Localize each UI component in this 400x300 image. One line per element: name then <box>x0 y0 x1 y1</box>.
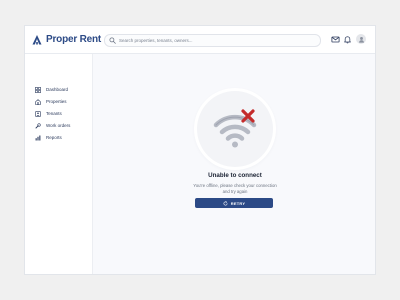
sidebar: Dashboard Properties Tenants Work orders <box>25 54 93 274</box>
retry-button-label: RETRY <box>230 200 246 206</box>
top-bar: Proper Rent <box>25 26 375 54</box>
app-window: Proper Rent Search properties, tenants, … <box>25 26 375 274</box>
sidebar-item-label: Work orders <box>46 123 71 128</box>
empty-state-message: You're offline, please check your connec… <box>193 183 277 194</box>
sidebar-item-label: Dashboard <box>46 87 69 92</box>
refresh-icon <box>223 200 228 205</box>
sidebar-item-tenants[interactable]: Tenants <box>35 110 62 118</box>
sidebar-item-label: Properties <box>46 99 67 104</box>
sidebar-item-label: Tenants <box>46 111 62 116</box>
avatar[interactable] <box>356 34 366 44</box>
avatar-icon <box>358 36 364 43</box>
sidebar-item-work-orders[interactable]: Work orders <box>35 122 70 130</box>
sidebar-item-dashboard[interactable]: Dashboard <box>35 86 68 94</box>
sidebar-item-label: Reports <box>46 135 62 140</box>
home-icon <box>35 99 41 105</box>
brand-name: Proper Rent <box>46 34 102 45</box>
brand-logo-icon <box>32 34 42 44</box>
wrench-icon <box>35 123 41 129</box>
wifi-off-icon <box>213 109 257 148</box>
mail-icon[interactable] <box>331 35 340 44</box>
retry-button[interactable]: RETRY <box>195 198 273 208</box>
sidebar-item-reports[interactable]: Reports <box>35 134 62 142</box>
search-input[interactable] <box>119 36 309 45</box>
dashboard-icon <box>35 87 41 93</box>
search-box[interactable] <box>104 34 321 47</box>
search-icon <box>109 37 116 44</box>
sidebar-item-properties[interactable]: Properties <box>35 98 67 106</box>
bar-chart-icon <box>35 135 41 141</box>
tenants-icon <box>35 111 41 117</box>
empty-state-title: Unable to connect <box>208 172 262 179</box>
bell-icon[interactable] <box>343 35 352 44</box>
offline-illustration <box>197 91 273 167</box>
brand[interactable]: Proper Rent <box>31 33 101 46</box>
